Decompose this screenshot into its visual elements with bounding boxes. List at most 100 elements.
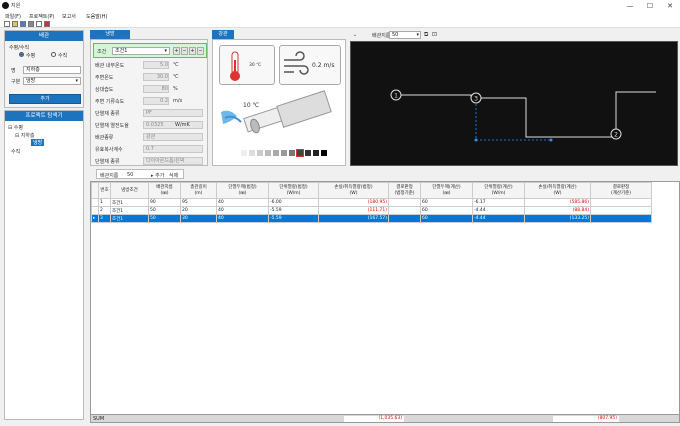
row-indicator[interactable]: ▸ (91, 214, 99, 223)
table-cell-t2[interactable]: 60 (420, 206, 473, 215)
field-value[interactable]: 0.0325 (143, 121, 203, 129)
copy-condition-button[interactable]: + (189, 47, 196, 55)
tree-item-vertical[interactable]: 수직 (11, 148, 20, 155)
menu-help[interactable]: 도움말(H) (86, 13, 107, 20)
table-cell-dia[interactable]: 50 (148, 206, 181, 215)
table-cell-t2[interactable]: 60 (420, 198, 473, 207)
col-header[interactable]: 단위열량(계산) (W/m) (472, 182, 525, 199)
minimize-button[interactable]: — (622, 1, 638, 11)
name-input[interactable]: 지하층 (23, 66, 81, 74)
field-value[interactable]: PF (143, 109, 203, 117)
table-cell-cond[interactable]: 조건1 (110, 206, 149, 215)
col-header[interactable]: 번호 (98, 182, 111, 199)
table-cell-c1[interactable] (388, 206, 421, 215)
field-value[interactable]: 5.0 (143, 61, 169, 69)
table-cell-len[interactable]: 20 (180, 206, 217, 215)
diagram-node-1[interactable]: 1 (394, 93, 398, 100)
delete-condition-button[interactable]: − (197, 47, 204, 55)
table-cell-t1[interactable]: 40 (216, 206, 269, 215)
table-cell-t2[interactable]: 60 (420, 214, 473, 223)
table-cell-q1[interactable]: -6.00 (268, 198, 319, 207)
menu-project[interactable]: 프로젝트(P) (29, 13, 54, 20)
table-cell-q2[interactable]: -6.17 (472, 198, 525, 207)
collapse-chevron-icon[interactable]: ⌄ (353, 32, 357, 38)
col-header[interactable]: 냉방조건 (110, 182, 149, 199)
pipe-diagram[interactable]: 1 3 2 (350, 41, 678, 166)
grid-diameter-value[interactable]: 50 (127, 172, 133, 178)
print-icon[interactable] (28, 21, 34, 27)
menu-report[interactable]: 보고서 (62, 13, 76, 20)
menu-file[interactable]: 파일(F) (5, 13, 21, 20)
table-cell-c1[interactable] (388, 198, 421, 207)
tree-item-horizontal[interactable]: ⊟ 수평 (8, 124, 23, 131)
col-header[interactable]: 단열두께(계산) (㎜) (420, 182, 473, 199)
add-button[interactable]: 추가 (9, 94, 81, 104)
maximize-button[interactable]: ☐ (642, 1, 658, 11)
col-header[interactable]: 결로판정 (법정기준) (388, 182, 421, 199)
close-icon[interactable] (44, 21, 50, 27)
table-cell-no[interactable]: 2 (98, 206, 111, 215)
col-header[interactable]: 손실/취득열량(계산) (W) (524, 182, 591, 199)
grid-delete-button[interactable]: 삭제 (169, 172, 178, 179)
row-indicator[interactable] (91, 198, 99, 207)
table-cell-loss2[interactable]: (585.86) (524, 198, 591, 207)
diagram-diameter-select[interactable]: 50 ▾ (389, 31, 421, 39)
zoom-fit-icon[interactable]: ⊡ (432, 31, 437, 38)
radio-vertical[interactable] (51, 52, 56, 57)
table-cell-c2[interactable] (590, 206, 652, 215)
diagram-node-2[interactable]: 2 (614, 132, 618, 139)
save-icon[interactable] (20, 21, 26, 27)
table-cell-no[interactable]: 3 (98, 214, 111, 223)
table-cell-t1[interactable]: 40 (216, 214, 269, 223)
type-select[interactable]: 냉방 ▾ (23, 77, 81, 85)
table-cell-cond[interactable]: 조건1 (110, 198, 149, 207)
table-cell-dia[interactable]: 50 (148, 214, 181, 223)
table-cell-q1[interactable]: -5.59 (268, 206, 319, 215)
col-header[interactable]: 손실/취득열량(법정) (W) (318, 182, 389, 199)
close-window-button[interactable]: ✕ (662, 1, 678, 11)
tree-item-cooling[interactable]: 냉방 (31, 139, 45, 146)
table-cell-t1[interactable]: 40 (216, 198, 269, 207)
condition-select[interactable]: 조건1 ▾ (112, 47, 170, 55)
field-value[interactable]: 0.2 (143, 97, 169, 105)
table-cell-c2[interactable] (590, 198, 652, 207)
tab-steel-pipe[interactable]: 강관 (212, 30, 234, 39)
field-value[interactable]: 0.7 (143, 145, 203, 153)
tab-cooling[interactable]: 냉방 (90, 30, 130, 39)
table-cell-cond[interactable]: 조건1 (110, 214, 149, 223)
table-row[interactable]: 2 조건1 50 20 40 -5.59 (111.71) 60 -4.44 (88.84) (91, 206, 652, 215)
table-cell-q2[interactable]: -4.44 (472, 214, 525, 223)
table-row[interactable]: ▸ 3 조건1 50 30 40 -5.59 (167.57) 60 -4.44 (133.25) (91, 214, 652, 223)
radio-horizontal[interactable] (19, 52, 24, 57)
table-cell-dia[interactable]: 90 (148, 198, 181, 207)
table-cell-no[interactable]: 1 (98, 198, 111, 207)
new-icon[interactable] (4, 21, 10, 27)
table-cell-loss1[interactable]: (167.57) (318, 214, 389, 223)
col-header[interactable]: 단위열량(법정) (W/m) (268, 182, 319, 199)
col-header[interactable]: 결로판정 (계산기준) (590, 182, 652, 199)
table-cell-c2[interactable] (590, 214, 652, 223)
col-header[interactable]: 단열두께(법정) (㎜) (216, 182, 269, 199)
table-cell-q1[interactable]: -5.59 (268, 214, 319, 223)
col-header[interactable]: 총관길이 (m) (180, 182, 217, 199)
table-cell-loss1[interactable]: (180.95) (318, 198, 389, 207)
table-cell-loss2[interactable]: (88.84) (524, 206, 591, 215)
table-cell-len[interactable]: 30 (180, 214, 217, 223)
grid-add-button[interactable]: ▸ 추가 (151, 172, 164, 179)
field-value[interactable]: 다이아몬드폼/은박 (143, 157, 203, 165)
row-indicator[interactable] (91, 206, 99, 215)
table-cell-loss1[interactable]: (111.71) (318, 206, 389, 215)
field-value[interactable]: 강관 (143, 133, 203, 141)
add-condition-button[interactable]: + (173, 47, 180, 55)
table-row[interactable]: 1 조건1 90 95 40 -6.00 (180.95) 60 -6.17 (585.86) (91, 198, 652, 207)
table-cell-q2[interactable]: -4.44 (472, 206, 525, 215)
table-cell-loss2[interactable]: (133.25) (524, 214, 591, 223)
col-header[interactable]: 배관지름 (㎜) (148, 182, 181, 199)
table-cell-len[interactable]: 95 (180, 198, 217, 207)
field-value[interactable]: 80 (143, 85, 169, 93)
edit-icon[interactable] (36, 21, 42, 27)
tree-item-basement[interactable]: ⊟ 지하층 (15, 132, 35, 139)
open-icon[interactable] (12, 21, 18, 27)
table-cell-c1[interactable] (388, 214, 421, 223)
remove-condition-button[interactable]: − (181, 47, 188, 55)
